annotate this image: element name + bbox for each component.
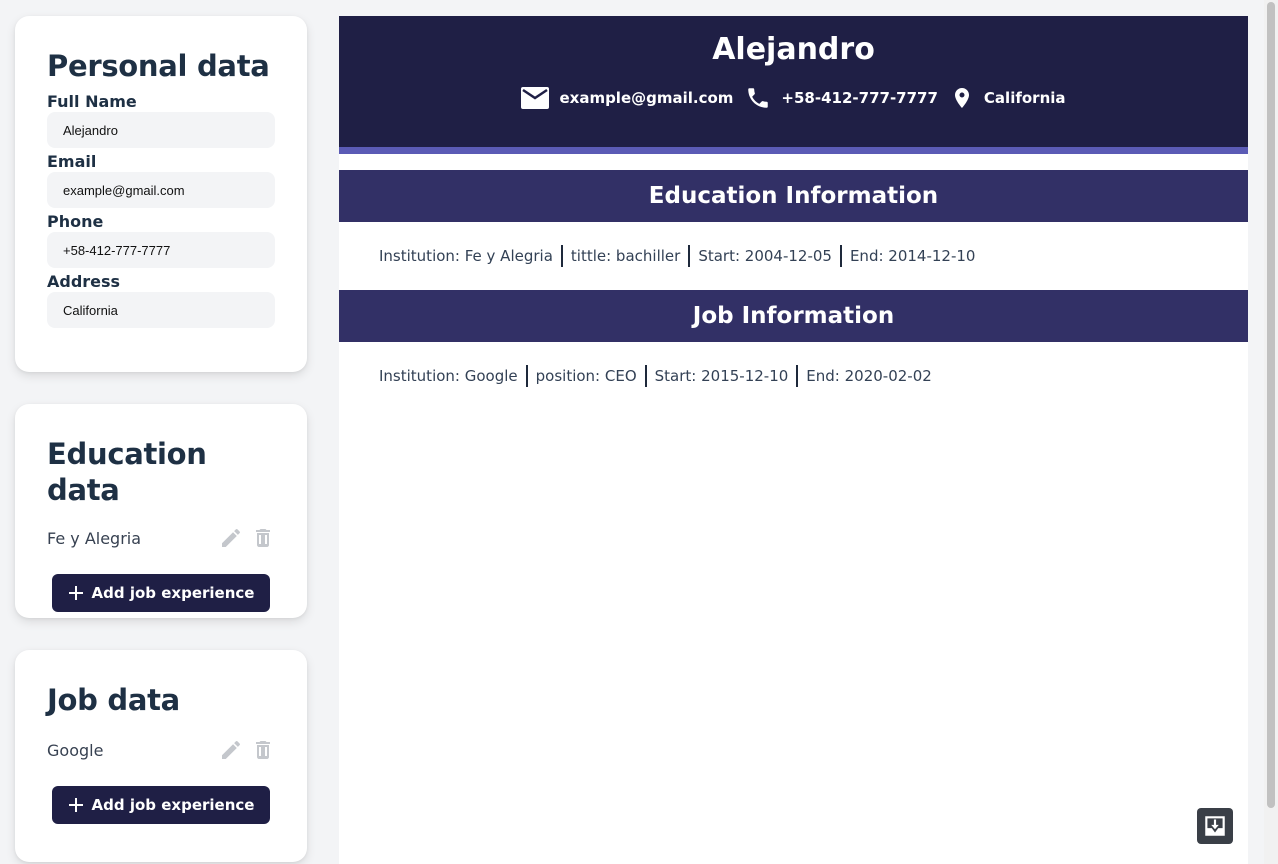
full-name-label: Full Name	[47, 92, 137, 111]
contact-email: example@gmail.com	[521, 86, 733, 110]
job-start: Start: 2015-12-10	[654, 367, 789, 385]
trash-icon[interactable]	[251, 738, 275, 762]
download-icon	[1205, 816, 1225, 836]
education-degree: tittle: bachiller	[570, 247, 681, 265]
education-data-card: Education data Fe y Alegria Add job expe…	[15, 404, 307, 618]
personal-fields: Full Name Email Phone Address	[47, 92, 275, 328]
email-field: Email	[47, 152, 275, 208]
divider	[839, 245, 842, 267]
email-input[interactable]	[47, 172, 275, 208]
header-accent-bar	[339, 147, 1248, 154]
personal-data-card: Personal data Full Name Email Phone Addr…	[15, 16, 307, 372]
add-education-button[interactable]: Add job experience	[52, 574, 270, 612]
trash-icon[interactable]	[251, 526, 275, 550]
cv-header: Alejandro example@gmail.com +58-412-777-…	[339, 16, 1248, 147]
education-data-title: Education data	[47, 437, 207, 507]
job-data-card: Job data Google Add job experience	[15, 650, 307, 862]
job-section-title: Job Information	[339, 290, 1248, 342]
add-job-button[interactable]: Add job experience	[52, 786, 270, 824]
phone-icon	[748, 88, 769, 108]
plus-icon	[68, 586, 83, 600]
location-pin-icon	[954, 88, 969, 108]
contact-row: example@gmail.com +58-412-777-7777 Calif…	[339, 84, 1248, 112]
add-job-label: Add job experience	[91, 796, 255, 814]
education-entry: Institution: Fe y Alegria tittle: bachil…	[339, 222, 1248, 290]
job-institution: Institution: Google	[379, 367, 518, 385]
job-data-title: Job data	[47, 683, 180, 717]
divider	[688, 245, 691, 267]
item-actions	[219, 738, 275, 762]
job-item-name: Google	[47, 740, 104, 760]
email-label: Email	[47, 152, 97, 171]
scrollbar[interactable]	[1264, 0, 1278, 864]
cv-preview: Alejandro example@gmail.com +58-412-777-…	[339, 16, 1248, 864]
address-label: Address	[47, 272, 121, 291]
scrollbar-thumb[interactable]	[1267, 2, 1275, 808]
cv-name: Alejandro	[712, 32, 875, 67]
phone-field: Phone	[47, 212, 275, 268]
phone-label: Phone	[47, 212, 104, 231]
education-end: End: 2014-12-10	[849, 247, 976, 265]
divider	[796, 365, 799, 387]
address-field: Address	[47, 272, 275, 328]
contact-location-text: California	[983, 89, 1066, 107]
job-end: End: 2020-02-02	[806, 367, 932, 385]
personal-data-title: Personal data	[47, 49, 270, 83]
education-item-name: Fe y Alegria	[47, 528, 142, 548]
education-start: Start: 2004-12-05	[698, 247, 832, 265]
contact-email-text: example@gmail.com	[559, 89, 734, 107]
divider	[560, 245, 563, 267]
education-institution: Institution: Fe y Alegria	[379, 247, 553, 265]
plus-icon	[68, 798, 83, 812]
job-position: position: CEO	[535, 367, 637, 385]
education-section-title: Education Information	[339, 170, 1248, 222]
download-button[interactable]	[1197, 808, 1233, 844]
full-name-field: Full Name	[47, 92, 275, 148]
contact-location: California	[950, 84, 1066, 112]
divider	[525, 365, 528, 387]
pencil-icon[interactable]	[219, 738, 243, 762]
list-item: Google	[47, 736, 275, 764]
contact-phone-text: +58-412-777-7777	[781, 89, 938, 107]
add-education-label: Add job experience	[91, 584, 255, 602]
mail-icon	[521, 87, 550, 109]
phone-input[interactable]	[47, 232, 275, 268]
full-name-input[interactable]	[47, 112, 275, 148]
job-entry: Institution: Google position: CEO Start:…	[339, 342, 1248, 410]
list-item: Fe y Alegria	[47, 524, 275, 552]
pencil-icon[interactable]	[219, 526, 243, 550]
contact-phone: +58-412-777-7777	[745, 85, 938, 111]
item-actions	[219, 526, 275, 550]
divider	[644, 365, 647, 387]
address-input[interactable]	[47, 292, 275, 328]
